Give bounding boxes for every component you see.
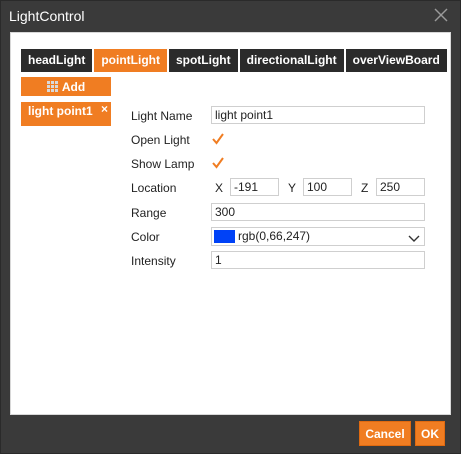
window-title: LightControl (9, 8, 85, 24)
intensity-row: Intensity (131, 251, 431, 271)
tab-directionallight[interactable]: directionalLight (239, 49, 344, 72)
location-z-input[interactable] (376, 178, 425, 196)
range-input[interactable] (211, 203, 425, 221)
light-name-input[interactable] (211, 106, 425, 124)
color-picker-select[interactable]: rgb(0,66,247) (211, 227, 425, 246)
color-label: Color (131, 230, 160, 244)
location-row: Location X Y Z (131, 178, 431, 198)
show-lamp-row: Show Lamp (131, 154, 431, 174)
intensity-input[interactable] (211, 251, 425, 269)
light-item-label: light point1 (28, 104, 93, 118)
show-lamp-checkbox[interactable] (211, 156, 225, 170)
location-x-input[interactable] (230, 178, 279, 196)
ok-button[interactable]: OK (415, 421, 445, 446)
open-light-label: Open Light (131, 133, 190, 147)
dialog-body: headLight pointLight spotLight direction… (10, 32, 451, 415)
color-swatch (214, 230, 235, 243)
tab-bar: headLight pointLight spotLight direction… (21, 49, 449, 72)
range-row: Range (131, 203, 431, 223)
add-button-label: Add (61, 79, 86, 94)
color-value: rgb(0,66,247) (238, 229, 311, 243)
intensity-label: Intensity (131, 254, 176, 268)
open-light-row: Open Light (131, 130, 431, 150)
title-bar[interactable]: LightControl (1, 1, 460, 31)
location-z-label: Z (361, 181, 369, 195)
list-item-light-point1[interactable]: light point1 × (21, 102, 111, 126)
light-name-label: Light Name (131, 109, 193, 123)
location-x-label: X (215, 181, 224, 195)
location-label: Location (131, 181, 177, 195)
tab-spotlight[interactable]: spotLight (168, 49, 238, 72)
light-control-dialog: LightControl headLight pointLight spotLi… (0, 0, 461, 454)
show-lamp-label: Show Lamp (131, 157, 195, 171)
tab-headlight[interactable]: headLight (21, 49, 93, 72)
open-light-checkbox[interactable] (211, 132, 225, 146)
tab-overviewboard[interactable]: overViewBoard (345, 49, 447, 72)
remove-light-icon[interactable]: × (101, 100, 108, 118)
tab-pointlight[interactable]: pointLight (94, 49, 167, 72)
color-row: Color rgb(0,66,247) (131, 227, 431, 247)
cancel-button[interactable]: Cancel (359, 421, 411, 446)
location-y-label: Y (288, 181, 297, 195)
add-button[interactable]: Add (21, 77, 111, 96)
location-y-input[interactable] (303, 178, 352, 196)
grid-icon (46, 80, 59, 93)
range-label: Range (131, 206, 167, 220)
close-icon[interactable] (432, 6, 450, 24)
chevron-down-icon (408, 232, 420, 246)
light-name-row: Light Name (131, 106, 431, 126)
